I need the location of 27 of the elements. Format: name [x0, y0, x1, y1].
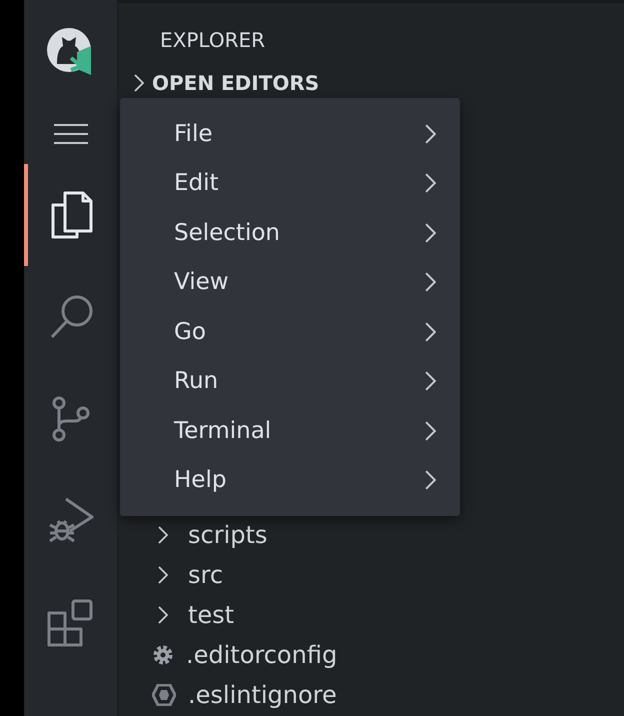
menu-item[interactable]: Selection	[120, 208, 460, 258]
files-icon	[48, 191, 92, 239]
tree-item[interactable]: src	[118, 555, 624, 595]
extensions-icon	[46, 599, 94, 647]
menu-icon	[54, 124, 88, 144]
chevron-icon	[134, 74, 144, 92]
menu-item[interactable]: Terminal	[120, 406, 460, 456]
menu-item[interactable]: Go	[120, 307, 460, 356]
menu-item[interactable]: Help	[120, 456, 460, 505]
chevron-icon	[158, 566, 168, 584]
tree-item[interactable]: .eslintignore	[118, 675, 624, 715]
menu-item[interactable]: View	[120, 258, 460, 307]
source-control-icon	[50, 396, 90, 442]
sidebar-title: EXPLORER	[159, 27, 266, 54]
gear-icon	[152, 644, 174, 666]
chevron-icon	[158, 606, 168, 624]
hexagon-icon	[152, 684, 176, 706]
section-header[interactable]: OPEN EDITORS	[118, 63, 624, 103]
menu-item[interactable]: File	[120, 109, 460, 158]
run-debug-icon	[48, 497, 94, 545]
tree-item[interactable]: .editorconfig	[118, 635, 624, 675]
menu-item[interactable]: Run	[120, 356, 460, 406]
tree-item[interactable]: scripts	[118, 515, 624, 555]
menu-item[interactable]: Edit	[120, 158, 460, 208]
chevron-icon	[158, 526, 168, 544]
tree-item[interactable]: test	[118, 595, 624, 635]
search-icon	[48, 295, 92, 339]
